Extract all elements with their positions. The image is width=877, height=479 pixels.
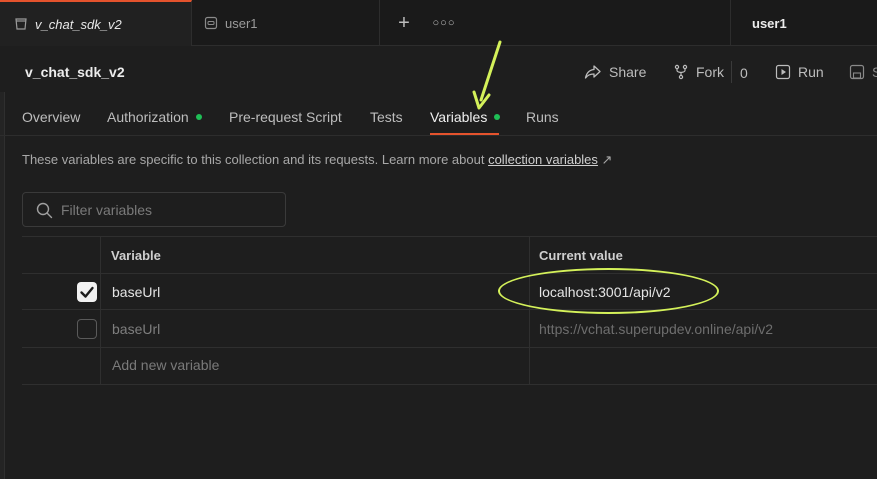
sidebar-edge <box>0 92 5 479</box>
current-value-cell[interactable]: localhost:3001/api/v2 <box>539 284 671 300</box>
checkmark-icon <box>80 286 94 298</box>
status-dot <box>494 114 501 120</box>
tab-pre-request-script[interactable]: Pre-request Script <box>229 109 342 125</box>
new-tab-button[interactable]: + <box>394 13 414 33</box>
tab-tests[interactable]: Tests <box>370 109 403 125</box>
tab-strip: v_chat_sdk_v2 user1 + ○○○ user1 <box>0 0 877 46</box>
save-button[interactable]: S <box>849 62 877 82</box>
row-enabled-checkbox[interactable] <box>77 319 97 339</box>
tab-overview-label: Overview <box>22 109 81 125</box>
tab-pre-request-script-label: Pre-request Script <box>229 109 342 125</box>
tab-overview[interactable]: Overview <box>22 109 80 125</box>
fork-icon <box>674 64 688 80</box>
tab-runs[interactable]: Runs <box>526 109 559 125</box>
save-label: S <box>872 64 877 80</box>
variable-name-cell[interactable]: baseUrl <box>112 321 160 337</box>
filter-variables-input[interactable] <box>61 200 271 220</box>
collection-icon <box>14 17 28 31</box>
current-value-cell[interactable]: https://vchat.superupdev.online/api/v2 <box>539 321 773 337</box>
table-border <box>529 236 530 384</box>
tab-runs-label: Runs <box>526 109 559 125</box>
more-tabs-button[interactable]: ○○○ <box>432 13 456 33</box>
table-border <box>22 347 877 348</box>
table-border <box>22 236 877 237</box>
variables-description: These variables are specific to this col… <box>22 152 612 168</box>
run-button[interactable]: Run <box>775 62 824 82</box>
environment-icon <box>204 16 218 30</box>
tab-collection-label: v_chat_sdk_v2 <box>35 16 122 32</box>
description-text: These variables are specific to this col… <box>22 152 489 167</box>
tab-variables-label: Variables <box>430 109 488 125</box>
tab-collection[interactable]: v_chat_sdk_v2 <box>0 0 192 46</box>
share-button[interactable]: Share <box>584 62 646 82</box>
environment-selector-label: user1 <box>752 15 787 31</box>
tab-environment-label: user1 <box>225 15 258 31</box>
add-new-variable-input[interactable]: Add new variable <box>112 357 219 373</box>
column-header-current-value: Current value <box>539 248 623 263</box>
external-link-icon: ↗ <box>601 152 613 167</box>
active-tab-indicator <box>430 133 499 135</box>
search-icon <box>36 202 53 219</box>
tab-authorization[interactable]: Authorization <box>107 109 202 125</box>
run-label: Run <box>798 64 824 80</box>
table-border <box>22 309 877 310</box>
fork-button[interactable]: Fork <box>673 62 724 82</box>
tab-authorization-label: Authorization <box>107 109 189 125</box>
collection-subtabs: Overview Authorization Pre-request Scrip… <box>0 99 877 136</box>
column-header-variable: Variable <box>111 248 161 263</box>
share-icon <box>584 65 601 79</box>
variable-name-cell[interactable]: baseUrl <box>112 284 160 300</box>
collection-variables-link[interactable]: collection variables <box>488 152 598 167</box>
environment-selector[interactable]: user1 <box>730 0 877 46</box>
run-icon <box>775 64 791 80</box>
filter-variables <box>22 192 286 227</box>
share-label: Share <box>609 64 647 80</box>
tab-environment[interactable]: user1 <box>192 0 380 46</box>
table-border <box>22 384 877 385</box>
fork-label: Fork <box>696 64 724 80</box>
table-border <box>22 273 877 274</box>
tab-variables[interactable]: Variables <box>430 109 501 125</box>
status-dot <box>195 114 202 120</box>
fork-count: 0 <box>740 65 748 81</box>
tab-tests-label: Tests <box>370 109 403 125</box>
table-border <box>100 236 101 384</box>
save-icon <box>849 64 865 80</box>
row-enabled-checkbox[interactable] <box>77 282 97 302</box>
fork-divider <box>731 61 732 83</box>
